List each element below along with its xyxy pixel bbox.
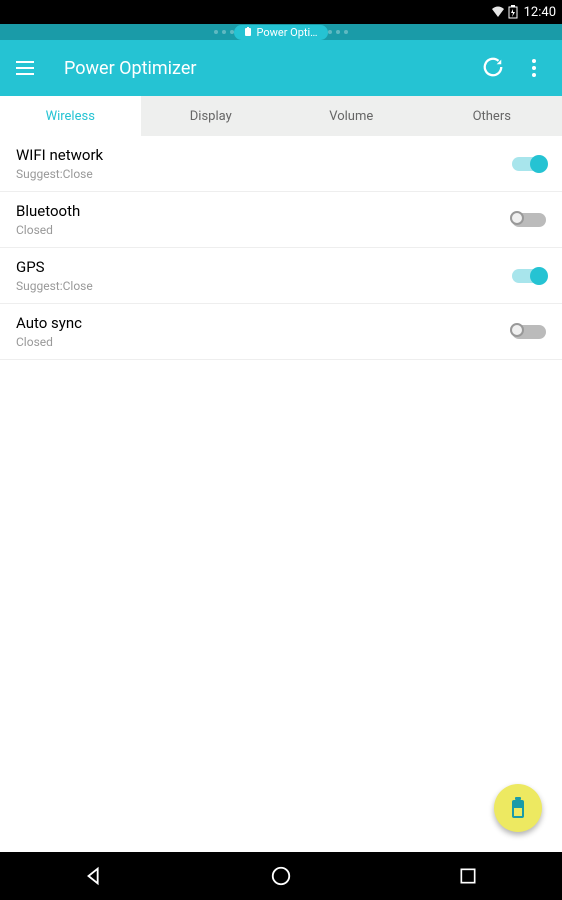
wifi-switch[interactable]	[512, 157, 546, 171]
home-icon	[270, 865, 292, 887]
more-vert-icon	[532, 59, 536, 63]
item-title: Auto sync	[16, 314, 512, 332]
autosync-switch[interactable]	[512, 325, 546, 339]
status-bar: 12:40	[0, 0, 562, 24]
app-title: Power Optimizer	[64, 58, 482, 79]
refresh-icon	[482, 56, 504, 78]
home-button[interactable]	[241, 852, 321, 900]
fab-button[interactable]	[494, 784, 542, 832]
bluetooth-switch[interactable]	[512, 213, 546, 227]
tab-others[interactable]: Others	[422, 96, 562, 136]
battery-icon	[244, 27, 252, 37]
back-icon	[83, 865, 105, 887]
item-title: Bluetooth	[16, 202, 512, 220]
tabs: Wireless Display Volume Others	[0, 96, 562, 136]
list-item[interactable]: WIFI network Suggest:Close	[0, 136, 562, 192]
item-title: WIFI network	[16, 146, 512, 164]
notif-dots-left	[214, 30, 234, 34]
tab-wireless[interactable]: Wireless	[0, 96, 141, 136]
notification-pill[interactable]: Power Opti…	[234, 25, 327, 40]
item-subtitle: Closed	[16, 223, 512, 237]
notification-label: Power Opti…	[256, 26, 317, 39]
recents-icon	[458, 866, 478, 886]
navigation-bar	[0, 852, 562, 900]
status-time: 12:40	[524, 5, 556, 20]
wifi-icon	[490, 5, 506, 19]
notif-dots-right	[328, 30, 348, 34]
item-title: GPS	[16, 258, 512, 276]
settings-list: WIFI network Suggest:Close Bluetooth Clo…	[0, 136, 562, 360]
switch-thumb	[530, 155, 548, 173]
switch-thumb	[530, 267, 548, 285]
refresh-button[interactable]	[482, 56, 506, 80]
list-item[interactable]: Auto sync Closed	[0, 304, 562, 360]
switch-thumb	[510, 211, 524, 225]
item-subtitle: Closed	[16, 335, 512, 349]
tab-volume[interactable]: Volume	[281, 96, 422, 136]
notification-bar: Power Opti…	[0, 24, 562, 40]
recents-button[interactable]	[428, 852, 508, 900]
item-subtitle: Suggest:Close	[16, 279, 512, 293]
gps-switch[interactable]	[512, 269, 546, 283]
menu-button[interactable]	[16, 56, 40, 80]
more-button[interactable]	[522, 56, 546, 80]
tab-display[interactable]: Display	[141, 96, 282, 136]
list-item[interactable]: Bluetooth Closed	[0, 192, 562, 248]
item-subtitle: Suggest:Close	[16, 167, 512, 181]
switch-thumb	[510, 323, 524, 337]
back-button[interactable]	[54, 852, 134, 900]
battery-charging-icon	[508, 5, 518, 19]
app-bar: Power Optimizer	[0, 40, 562, 96]
list-item[interactable]: GPS Suggest:Close	[0, 248, 562, 304]
battery-icon	[509, 796, 527, 820]
hamburger-icon	[16, 61, 34, 63]
